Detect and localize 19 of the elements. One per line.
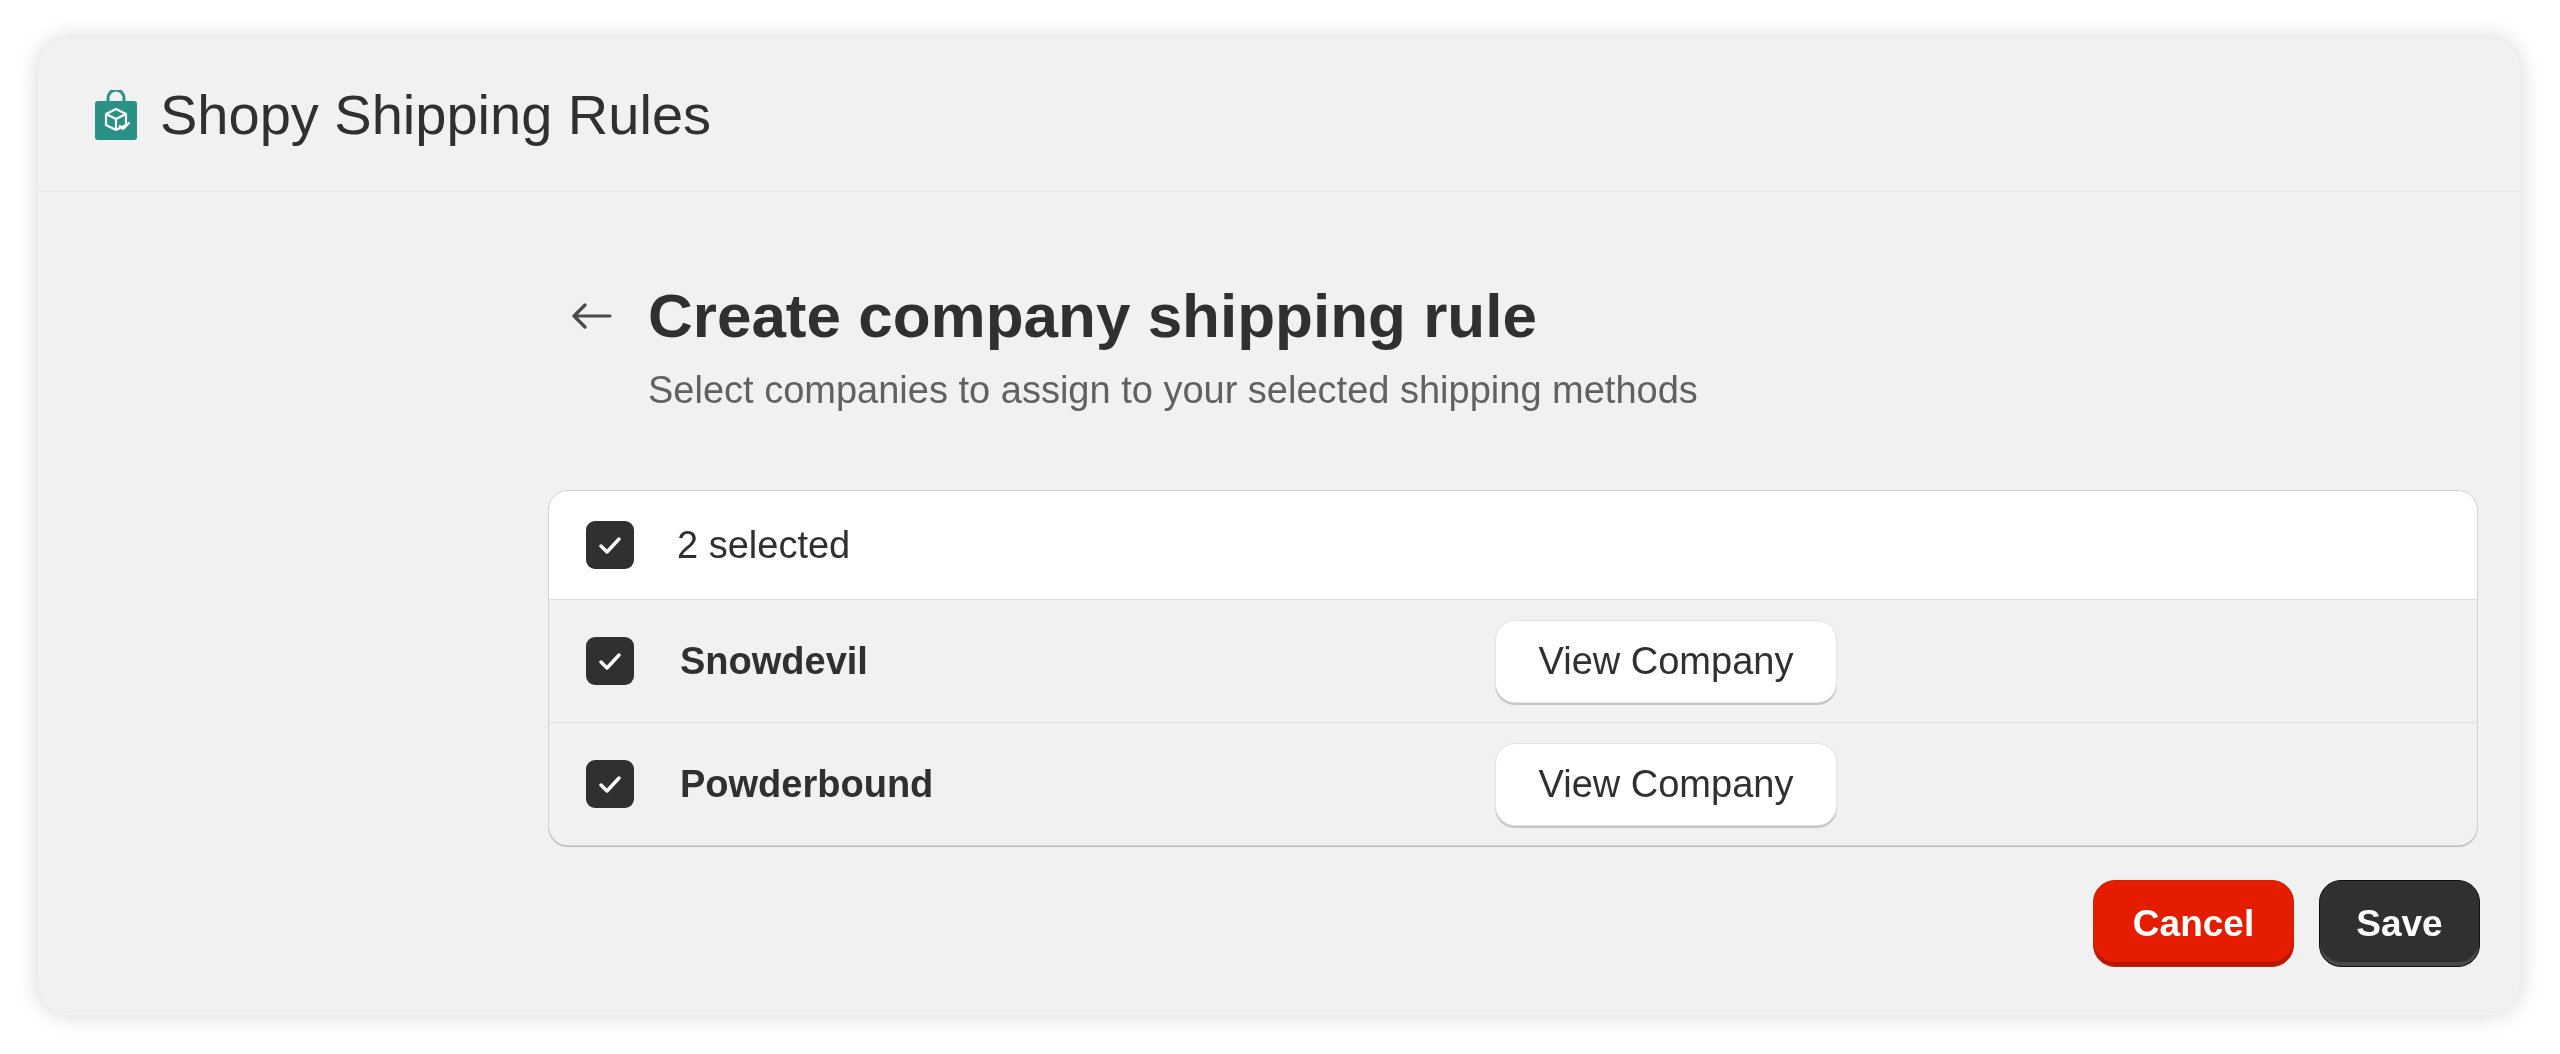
- checkbox[interactable]: [586, 760, 634, 808]
- back-button[interactable]: [571, 302, 612, 330]
- view-company-button[interactable]: View Company: [1495, 742, 1837, 826]
- checkbox[interactable]: [586, 637, 634, 685]
- selected-count: 2 selected: [677, 522, 851, 568]
- page-title: Create company shipping rule: [648, 280, 1537, 352]
- save-button[interactable]: Save: [2319, 880, 2480, 967]
- company-name: Powderbound: [680, 761, 934, 807]
- page-subtitle: Select companies to assign to your selected shipping methods: [648, 368, 1698, 413]
- view-company-button[interactable]: View Company: [1495, 619, 1837, 703]
- company-name: Snowdevil: [680, 638, 868, 684]
- checkbox[interactable]: [586, 521, 634, 569]
- check-icon: [599, 652, 621, 670]
- arrow-left-icon: [571, 303, 612, 329]
- check-icon: [599, 536, 621, 554]
- shopping-bag-logo-icon: [95, 89, 137, 140]
- app-title: Shopy Shipping Rules: [160, 81, 712, 148]
- cancel-button[interactable]: Cancel: [2093, 880, 2294, 967]
- check-icon: [599, 775, 621, 793]
